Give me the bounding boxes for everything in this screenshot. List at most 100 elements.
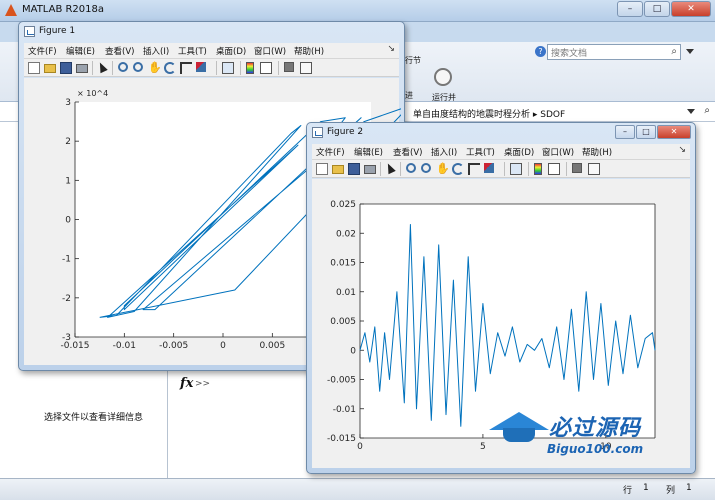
- status-bar: 行 1 列 1: [0, 478, 715, 500]
- y-tick-label: -0.005: [327, 376, 356, 386]
- menu-window[interactable]: 窗口(W): [254, 45, 286, 57]
- run-and-time-icon[interactable]: [434, 68, 452, 86]
- ribbon-label-advance[interactable]: 进: [405, 90, 413, 101]
- colorbar-icon[interactable]: [534, 163, 542, 175]
- figure1-title-bar[interactable]: Figure 1: [19, 22, 404, 42]
- menu-edit[interactable]: 编辑(E): [354, 146, 383, 158]
- menu-file[interactable]: 文件(F): [28, 45, 57, 57]
- zoom-in-icon[interactable]: [406, 163, 416, 173]
- menu-desktop[interactable]: 桌面(D): [504, 146, 534, 158]
- watermark-url-text: Biguo100.com: [547, 442, 644, 456]
- help-icon[interactable]: ?: [535, 46, 546, 57]
- minimize-button[interactable]: –: [617, 1, 643, 17]
- main-window-controls: – □ ✕: [617, 1, 711, 17]
- figure2-close-button[interactable]: ✕: [657, 125, 691, 139]
- dock-figure-icon[interactable]: ↘: [678, 145, 686, 155]
- path-dropdown-icon[interactable]: [687, 109, 695, 114]
- y-tick-label: 0.005: [330, 317, 356, 327]
- menu-desktop[interactable]: 桌面(D): [216, 45, 246, 57]
- pan-hand-icon[interactable]: ✋: [148, 62, 162, 74]
- y-tick-label: 0.015: [330, 259, 356, 269]
- print-icon[interactable]: [76, 64, 88, 73]
- close-button[interactable]: ✕: [671, 1, 711, 17]
- dock-figure-icon[interactable]: ↘: [387, 44, 395, 54]
- toolbar-separator: [400, 162, 401, 176]
- y-tick-label: -1: [62, 255, 71, 265]
- data-cursor-icon[interactable]: [468, 163, 480, 175]
- toolbar-separator: [112, 61, 113, 75]
- current-folder-path[interactable]: 单自由度结构的地震时程分析 ▸ SDOF: [413, 107, 565, 120]
- x-tick-label: -0.005: [159, 341, 188, 351]
- y-tick-label: -3: [62, 333, 71, 343]
- figure2-title: Figure 2: [327, 127, 364, 137]
- x-tick-label: 5: [480, 442, 486, 452]
- figure2-title-bar[interactable]: Figure 2 – □ ✕: [307, 123, 695, 143]
- ribbon-collapse-icon[interactable]: [686, 49, 694, 54]
- status-col-label: 列: [666, 486, 676, 496]
- link-plot-icon[interactable]: [510, 163, 522, 175]
- menu-insert[interactable]: 插入(I): [143, 45, 169, 57]
- pan-hand-icon[interactable]: ✋: [436, 163, 450, 175]
- brush-icon[interactable]: [196, 62, 206, 72]
- main-window-title: MATLAB R2018a: [22, 4, 105, 15]
- y-tick-label: 0.02: [336, 229, 356, 239]
- toolbar-separator: [278, 61, 279, 75]
- figure1-title: Figure 1: [39, 26, 76, 36]
- save-icon[interactable]: [60, 62, 72, 74]
- menu-view[interactable]: 查看(V): [393, 146, 422, 158]
- show-plot-tools-icon[interactable]: [300, 62, 312, 74]
- function-browser-icon[interactable]: fx: [180, 376, 193, 391]
- status-col-value: 1: [686, 483, 692, 493]
- rotate-3d-icon[interactable]: [164, 62, 176, 74]
- figure2-minimize-button[interactable]: –: [615, 125, 635, 139]
- maximize-button[interactable]: □: [644, 1, 670, 17]
- edit-plot-arrow-icon[interactable]: [96, 60, 108, 74]
- figure2-window-controls: – □ ✕: [615, 125, 691, 139]
- figure1-toolbar: ✋: [24, 59, 399, 77]
- figure2-maximize-button[interactable]: □: [636, 125, 656, 139]
- colorbar-icon[interactable]: [246, 62, 254, 74]
- zoom-in-icon[interactable]: [118, 62, 128, 72]
- details-hint: 选择文件以查看详细信息: [44, 413, 144, 423]
- menu-file[interactable]: 文件(F): [316, 146, 345, 158]
- main-title-bar: MATLAB R2018a – □ ✕: [0, 0, 715, 22]
- legend-icon[interactable]: [260, 62, 272, 74]
- rotate-3d-icon[interactable]: [452, 163, 464, 175]
- legend-icon[interactable]: [548, 163, 560, 175]
- new-figure-icon[interactable]: [316, 163, 328, 175]
- menu-insert[interactable]: 插入(I): [431, 146, 457, 158]
- menu-view[interactable]: 查看(V): [105, 45, 134, 57]
- menu-help[interactable]: 帮助(H): [294, 45, 324, 57]
- x-tick-label: 0: [357, 442, 363, 452]
- watermark-logo: 必过源码 Biguo100.com: [489, 408, 684, 464]
- edit-plot-arrow-icon[interactable]: [384, 161, 396, 175]
- new-figure-icon[interactable]: [28, 62, 40, 74]
- search-icon[interactable]: ⌕: [671, 46, 677, 57]
- menu-window[interactable]: 窗口(W): [542, 146, 574, 158]
- open-file-icon[interactable]: [332, 165, 344, 174]
- path-search-icon[interactable]: ⌕: [704, 105, 710, 116]
- link-plot-icon[interactable]: [222, 62, 234, 74]
- menu-help[interactable]: 帮助(H): [582, 146, 612, 158]
- show-plot-tools-icon[interactable]: [588, 163, 600, 175]
- zoom-out-icon[interactable]: [133, 62, 143, 72]
- ribbon-label-run-section[interactable]: 行节: [405, 55, 421, 66]
- matlab-logo-icon: [5, 4, 17, 16]
- save-icon[interactable]: [348, 163, 360, 175]
- menu-tools[interactable]: 工具(T): [178, 45, 207, 57]
- search-documentation-input[interactable]: 搜索文档 ⌕: [547, 44, 681, 60]
- toolbar-separator: [240, 61, 241, 75]
- menu-edit[interactable]: 编辑(E): [66, 45, 95, 57]
- print-icon[interactable]: [364, 165, 376, 174]
- open-file-icon[interactable]: [44, 64, 56, 73]
- hide-plot-tools-icon[interactable]: [572, 163, 582, 173]
- hide-plot-tools-icon[interactable]: [284, 62, 294, 72]
- toolbar-separator: [566, 162, 567, 176]
- y-tick-label: -0.015: [327, 434, 356, 444]
- figure2-toolbar: ✋: [312, 160, 690, 178]
- menu-tools[interactable]: 工具(T): [466, 146, 495, 158]
- toolbar-separator: [504, 162, 505, 176]
- data-cursor-icon[interactable]: [180, 62, 192, 74]
- zoom-out-icon[interactable]: [421, 163, 431, 173]
- brush-icon[interactable]: [484, 163, 494, 173]
